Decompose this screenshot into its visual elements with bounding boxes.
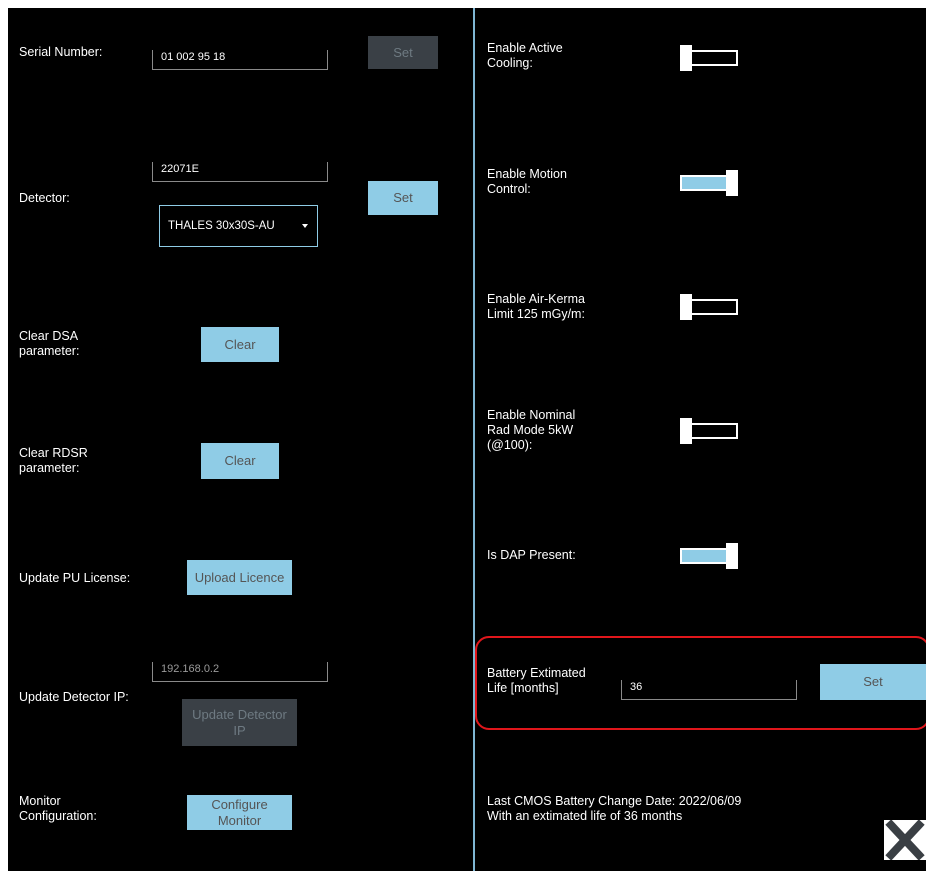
toggle-track [684, 299, 738, 315]
battery-life-label: Battery Extimated Life [months] [487, 666, 586, 695]
detector-model-value: THALES 30x30S-AU [168, 220, 275, 232]
toggle-knob [726, 170, 738, 196]
toggle-knob [680, 45, 692, 71]
active-cooling-toggle[interactable] [680, 45, 738, 71]
battery-info-text: Last CMOS Battery Change Date: 2022/06/0… [487, 794, 742, 823]
detector-model-select[interactable]: THALES 30x30S-AU [159, 205, 318, 247]
clear-rdsr-label: Clear RDSR parameter: [19, 446, 88, 475]
toggle-knob [680, 418, 692, 444]
motion-control-label: Enable Motion Control: [487, 167, 567, 196]
close-x-icon [885, 819, 925, 861]
motion-control-toggle[interactable] [680, 170, 738, 196]
battery-set-button[interactable]: Set [820, 664, 926, 700]
air-kerma-label: Enable Air-Kerma Limit 125 mGy/m: [487, 292, 585, 321]
clear-dsa-button[interactable]: Clear [201, 327, 279, 362]
toggle-track [680, 548, 728, 564]
detector-ip-field[interactable]: 192.168.0.2 [152, 662, 328, 682]
nominal-rad-toggle[interactable] [680, 418, 738, 444]
detector-ip-label: Update Detector IP: [19, 690, 129, 704]
settings-panel [8, 8, 926, 871]
toggle-track [684, 50, 738, 66]
detector-label: Detector: [19, 191, 70, 205]
toggle-track [680, 175, 728, 191]
clear-rdsr-button[interactable]: Clear [201, 443, 279, 479]
dap-present-toggle[interactable] [680, 543, 738, 569]
detector-serial-field[interactable]: 22071E [152, 162, 328, 182]
serial-number-label: Serial Number: [19, 45, 103, 59]
monitor-config-label: Monitor Configuration: [19, 794, 97, 823]
detector-set-button[interactable]: Set [368, 181, 438, 215]
chevron-down-icon [302, 224, 308, 228]
close-button[interactable] [884, 819, 926, 861]
toggle-knob [726, 543, 738, 569]
air-kerma-toggle[interactable] [680, 294, 738, 320]
serial-set-button[interactable]: Set [368, 36, 438, 69]
dap-present-label: Is DAP Present: [487, 548, 576, 562]
toggle-track [684, 423, 738, 439]
configure-monitor-button[interactable]: Configure Monitor [187, 795, 292, 830]
update-detector-ip-button[interactable]: Update Detector IP [182, 699, 297, 746]
active-cooling-label: Enable Active Cooling: [487, 41, 563, 70]
nominal-rad-label: Enable Nominal Rad Mode 5kW (@100): [487, 408, 576, 452]
column-divider [473, 8, 475, 871]
toggle-knob [680, 294, 692, 320]
pu-license-label: Update PU License: [19, 571, 131, 585]
battery-life-field[interactable]: 36 [621, 680, 797, 700]
clear-dsa-label: Clear DSA parameter: [19, 329, 80, 358]
upload-licence-button[interactable]: Upload Licence [187, 560, 292, 595]
serial-number-field[interactable]: 01 002 95 18 [152, 50, 328, 70]
